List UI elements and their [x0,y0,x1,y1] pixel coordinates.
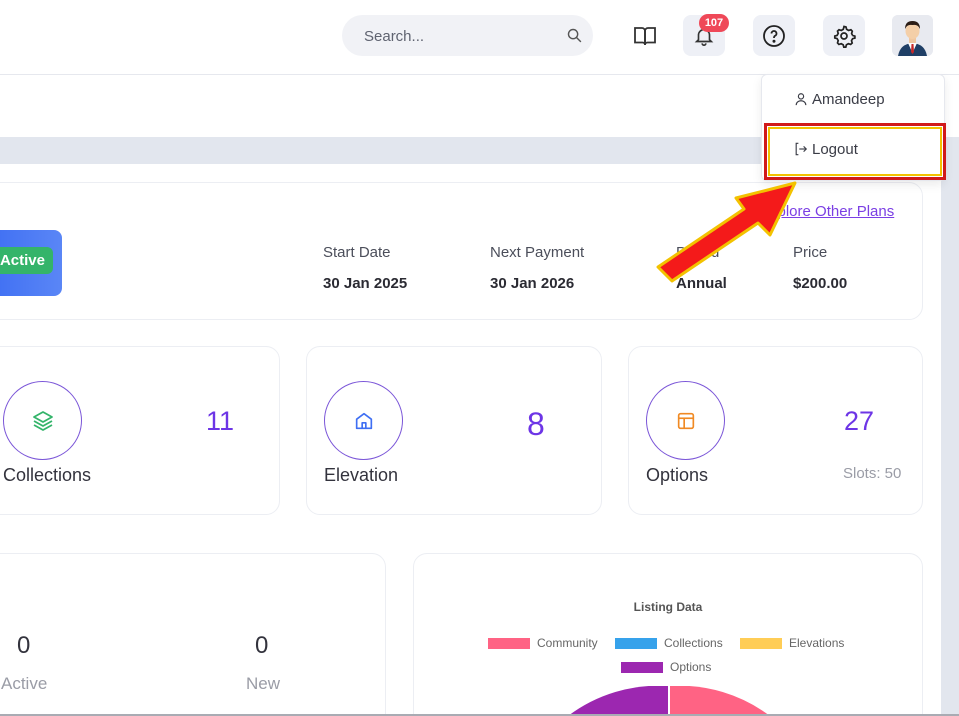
gear-icon [833,24,856,48]
legend-elevations[interactable]: Elevations [740,636,844,650]
listing-summary-card [0,553,386,716]
active-count: 0 [17,632,31,659]
start-date-label: Start Date [323,244,391,261]
logout-highlight-box [764,123,946,180]
book-icon [634,26,656,45]
search-input[interactable] [364,26,554,46]
arrow-shape [656,181,797,283]
legend-swatch-options [621,661,663,673]
legend-label-elevations: Elevations [789,636,845,650]
avatar[interactable] [892,15,933,56]
collections-icon-circle [3,381,82,460]
legend-community[interactable]: Community [488,636,598,650]
legend-collections[interactable]: Collections [615,636,723,650]
next-payment-label: Next Payment [490,244,585,261]
new-count: 0 [255,632,269,659]
pie-slice-community [670,686,770,716]
book-button[interactable] [624,15,666,56]
layers-icon [32,410,53,431]
elevation-label: Elevation [324,465,399,485]
slots-text: Slots: 50 [843,465,902,482]
next-payment-value: 30 Jan 2026 [490,275,575,292]
elevation-icon-circle [324,381,403,460]
legend-swatch-collections [615,637,657,649]
layout-icon [677,412,694,429]
username-label: Amandeep [812,90,885,108]
settings-button[interactable] [823,15,865,56]
pie-slice-options [568,686,668,716]
user-avatar-icon [892,15,933,56]
home-icon [355,412,372,429]
notification-badge: 107 [699,14,729,32]
user-icon [795,93,807,106]
active-label: Active [1,674,48,693]
legend-options[interactable]: Options [621,660,711,674]
options-icon-circle [646,381,725,460]
options-count: 27 [844,406,875,436]
legend-label-options: Options [670,660,712,674]
help-icon [763,24,785,47]
chart-title: Listing Data [633,600,703,614]
search-box[interactable] [342,15,593,56]
top-bar: 107 [0,0,959,75]
user-profile-item[interactable]: Amandeep [762,77,946,121]
scrollbar-track[interactable] [941,137,959,716]
help-button[interactable] [753,15,795,56]
legend-label-community: Community [537,636,598,650]
legend-swatch-elevations [740,637,782,649]
start-date-value: 30 Jan 2025 [323,275,408,292]
collections-label: Collections [3,465,92,485]
new-label: New [246,674,281,693]
search-icon[interactable] [566,27,583,44]
status-badge: Active [0,247,53,274]
pie-chart [568,686,770,716]
annotation-arrow [656,181,797,283]
legend-label-collections: Collections [664,636,723,650]
collections-count: 11 [206,406,235,436]
options-label: Options [646,465,709,485]
legend-swatch-community [488,637,530,649]
elevation-count: 8 [527,406,545,442]
